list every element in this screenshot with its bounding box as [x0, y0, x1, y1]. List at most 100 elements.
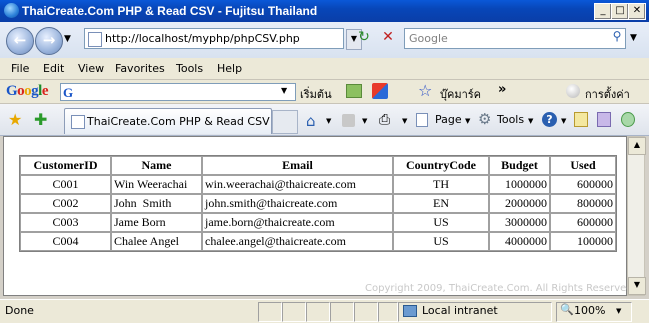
column-header: Used: [550, 156, 616, 175]
cell-budget: 1000000: [489, 175, 550, 194]
help-icon[interactable]: ?: [542, 112, 557, 127]
search-icon[interactable]: ⚲: [607, 29, 627, 48]
tools-dropdown-icon[interactable]: ▼: [528, 117, 533, 125]
copyright-watermark: Copyright 2009, ThaiCreate.Com. All Righ…: [365, 283, 636, 294]
cell-email: win.weerachai@thaicreate.com: [202, 175, 393, 194]
google-field-dropdown-icon[interactable]: ▼: [281, 86, 287, 95]
google-search-field[interactable]: G ▼: [60, 83, 296, 101]
help-dropdown-icon[interactable]: ▼: [561, 117, 566, 125]
cell-used: 600000: [550, 213, 616, 232]
cell-name: Jame Born: [111, 213, 202, 232]
bookmarks-button[interactable]: บุ๊คมาร์ค: [440, 85, 481, 103]
menu-help[interactable]: Help: [217, 62, 242, 75]
cell-country: US: [393, 213, 489, 232]
addon-icon[interactable]: [621, 112, 635, 127]
cell-customer-id: C004: [20, 232, 111, 251]
column-header: Budget: [489, 156, 550, 175]
customer-table: CustomerID Name Email CountryCode Budget…: [19, 155, 617, 252]
tab-page-icon: [71, 115, 85, 129]
cell-used: 100000: [550, 232, 616, 251]
ie-icon: [4, 3, 19, 18]
new-tab-button[interactable]: [272, 110, 298, 134]
table-row: C002 John Smith john.smith@thaicreate.co…: [20, 194, 616, 213]
window-title: ThaiCreate.Com PHP & Read CSV - Fujitsu …: [22, 4, 318, 18]
column-header: CustomerID: [20, 156, 111, 175]
feeds-dropdown-icon[interactable]: ▼: [362, 117, 367, 125]
close-button[interactable]: ✕: [628, 3, 646, 20]
print-icon[interactable]: ⎙: [379, 112, 390, 128]
tools-menu-button[interactable]: Tools: [497, 113, 524, 126]
menu-tools[interactable]: Tools: [176, 62, 203, 75]
menu-file[interactable]: File: [11, 62, 29, 75]
zoom-icon[interactable]: 🔍: [560, 303, 574, 316]
settings-icon[interactable]: [566, 84, 580, 98]
page-dropdown-icon[interactable]: ▼: [465, 117, 470, 125]
zoom-dropdown-icon[interactable]: ▼: [616, 307, 621, 315]
maximize-button[interactable]: □: [611, 3, 629, 20]
home-dropdown-icon[interactable]: ▼: [326, 117, 331, 125]
refresh-icon[interactable]: ↻: [354, 29, 374, 48]
scroll-down-icon[interactable]: ▼: [628, 277, 646, 295]
settings-button[interactable]: การตั้งค่า: [585, 85, 630, 103]
cell-budget: 2000000: [489, 194, 550, 213]
search-options-icon[interactable]: ▼: [630, 33, 637, 43]
history-dropdown-icon[interactable]: ▼: [64, 34, 71, 44]
menu-bar: File Edit View Favorites Tools Help: [0, 58, 649, 80]
cell-budget: 4000000: [489, 232, 550, 251]
research-icon[interactable]: [574, 112, 588, 127]
back-button[interactable]: ←: [6, 27, 34, 55]
page-menu-button[interactable]: Page: [435, 113, 462, 126]
table-row: C003 Jame Born jame.born@thaicreate.com …: [20, 213, 616, 232]
feeds-icon[interactable]: [342, 114, 355, 127]
home-icon[interactable]: ⌂: [306, 112, 316, 130]
menu-edit[interactable]: Edit: [43, 62, 64, 75]
tab-title: ThaiCreate.Com PHP & Read CSV: [87, 115, 270, 128]
status-cell: [354, 302, 378, 322]
zone-text: Local intranet: [422, 304, 498, 317]
column-header: Name: [111, 156, 202, 175]
news-icon[interactable]: [372, 83, 388, 99]
search-input[interactable]: Google: [404, 28, 626, 49]
search-placeholder: Google: [409, 32, 448, 45]
minimize-button[interactable]: _: [594, 3, 612, 20]
more-chevron[interactable]: »: [498, 82, 506, 97]
page-menu-icon: [416, 113, 428, 127]
page-content: CustomerID Name Email CountryCode Budget…: [3, 136, 627, 296]
cell-used: 600000: [550, 175, 616, 194]
table-row: C001 Win Weerachai win.weerachai@thaicre…: [20, 175, 616, 194]
cell-budget: 3000000: [489, 213, 550, 232]
image-search-icon[interactable]: [346, 84, 362, 98]
tools-gear-icon: ⚙: [478, 110, 492, 128]
cell-customer-id: C001: [20, 175, 111, 194]
stop-icon[interactable]: ✕: [378, 29, 398, 48]
status-bar: Done Local intranet 🔍 100% ▼: [0, 299, 649, 323]
add-favorites-icon[interactable]: ✚: [34, 110, 47, 129]
cell-email: chalee.angel@thaicreate.com: [202, 232, 393, 251]
column-header: CountryCode: [393, 156, 489, 175]
zoom-level[interactable]: 100%: [574, 304, 605, 317]
google-g-icon: G: [63, 85, 74, 100]
menu-favorites[interactable]: Favorites: [115, 62, 165, 75]
status-cell: [306, 302, 330, 322]
forward-button[interactable]: →: [35, 27, 63, 55]
status-cell: [378, 302, 398, 322]
address-url[interactable]: http://localhost/myphp/phpCSV.php: [105, 32, 300, 45]
status-cell: [258, 302, 282, 322]
star-bookmark-icon[interactable]: ☆: [418, 81, 432, 100]
address-bar[interactable]: http://localhost/myphp/phpCSV.php: [84, 28, 344, 49]
cell-country: TH: [393, 175, 489, 194]
print-dropdown-icon[interactable]: ▼: [402, 117, 407, 125]
scroll-up-icon[interactable]: ▲: [628, 137, 646, 155]
browser-tab[interactable]: ThaiCreate.Com PHP & Read CSV: [64, 108, 272, 134]
cell-name: Win Weerachai: [111, 175, 202, 194]
vertical-scrollbar[interactable]: ▲ ▼: [627, 136, 646, 296]
page-icon: [88, 32, 102, 47]
google-search-button[interactable]: เริ่มต้น: [300, 85, 332, 103]
status-cell: [330, 302, 354, 322]
favorites-star-icon[interactable]: ★: [8, 110, 22, 129]
menu-view[interactable]: View: [78, 62, 104, 75]
cell-name: Chalee Angel: [111, 232, 202, 251]
cell-used: 800000: [550, 194, 616, 213]
messenger-icon[interactable]: [597, 112, 611, 127]
cell-country: US: [393, 232, 489, 251]
